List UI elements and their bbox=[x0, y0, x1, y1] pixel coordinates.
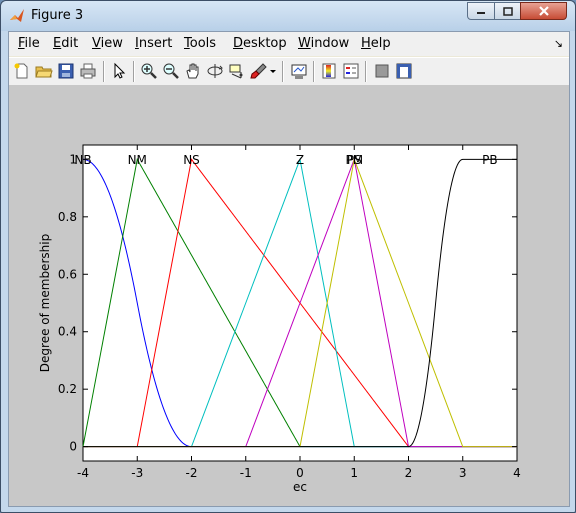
y-tick-label: 0.6 bbox=[58, 267, 77, 281]
minimize-button[interactable] bbox=[467, 2, 495, 20]
menu-tools[interactable]: Tools bbox=[184, 36, 216, 51]
dropdown-arrow-icon[interactable] bbox=[268, 62, 278, 80]
legend-icon[interactable] bbox=[342, 62, 360, 80]
save-icon[interactable] bbox=[57, 62, 75, 80]
menu-window-mnemonic: W bbox=[298, 36, 311, 51]
y-axis-label: Degree of membership bbox=[38, 234, 52, 372]
window-title: Figure 3 bbox=[31, 8, 84, 23]
new-figure-icon[interactable] bbox=[13, 62, 31, 80]
membership-chart[interactable]: 00.20.40.60.81 -4 -3 -2 -1 0 1 2 3 4 NB NM NS Z PSPM… bbox=[9, 85, 569, 506]
toolbar-separator bbox=[282, 61, 284, 82]
x-tick-label: 3 bbox=[459, 466, 467, 480]
figure-canvas: 0 0.2 0.4 0.6 0.8 1 -4 -3 -2 -1 0 1 2 3 4 NB NM NS Z PS PM… bbox=[9, 85, 569, 506]
menu-edit[interactable]: Edit bbox=[53, 36, 78, 51]
zoom-in-icon[interactable] bbox=[140, 62, 158, 80]
x-tick-label: 0 bbox=[296, 466, 304, 480]
mf-label-pb: PB bbox=[482, 153, 497, 167]
dock-arrow-icon[interactable]: ↘ bbox=[554, 37, 563, 50]
figure-client: File Edit View Insert Tools Desktop Wind… bbox=[8, 31, 570, 507]
maximize-button[interactable] bbox=[494, 2, 521, 20]
menu-view-rest: iew bbox=[100, 36, 123, 51]
menu-bar: File Edit View Insert Tools Desktop Wind… bbox=[9, 32, 569, 56]
mf-label-nm: NM bbox=[128, 153, 147, 167]
menu-help[interactable]: Help bbox=[361, 36, 391, 51]
x-tick-label: 4 bbox=[513, 466, 521, 480]
x-tick-label: 2 bbox=[405, 466, 413, 480]
mf-label-nb: NB bbox=[74, 153, 91, 167]
link-plot-icon[interactable] bbox=[290, 62, 308, 80]
menu-desktop-rest: esktop bbox=[243, 36, 287, 51]
zoom-out-icon[interactable] bbox=[162, 62, 180, 80]
y-tick-label: 0.4 bbox=[58, 325, 77, 339]
menu-edit-rest: dit bbox=[61, 36, 79, 51]
toolbar-separator bbox=[133, 61, 135, 82]
figure-toolbar bbox=[9, 57, 569, 86]
menu-desktop-mnemonic: D bbox=[233, 36, 244, 51]
colorbar-icon[interactable] bbox=[320, 62, 338, 80]
toolbar-separator bbox=[313, 61, 315, 82]
close-button[interactable] bbox=[520, 2, 567, 20]
menu-insert[interactable]: Insert bbox=[135, 36, 172, 51]
y-tick-label: 0 bbox=[69, 440, 77, 454]
menu-desktop[interactable]: Desktop bbox=[233, 36, 287, 51]
open-file-icon[interactable] bbox=[35, 62, 53, 80]
menu-view[interactable]: View bbox=[92, 36, 123, 51]
brush-icon[interactable] bbox=[250, 62, 268, 80]
menu-edit-mnemonic: E bbox=[53, 36, 62, 51]
print-icon[interactable] bbox=[79, 62, 97, 80]
menu-file-rest: ile bbox=[24, 36, 40, 51]
menu-help-rest: elp bbox=[370, 36, 391, 51]
y-tick-label: 0.2 bbox=[58, 382, 77, 396]
rotate-3d-icon[interactable] bbox=[206, 62, 224, 80]
x-tick-label: 1 bbox=[350, 466, 358, 480]
x-tick-label: -3 bbox=[131, 466, 143, 480]
minimize-icon bbox=[477, 12, 485, 14]
pan-hand-icon[interactable] bbox=[184, 62, 202, 80]
menu-insert-rest: nsert bbox=[138, 36, 173, 51]
menu-view-mnemonic: V bbox=[92, 36, 101, 51]
toolbar-separator bbox=[365, 61, 367, 82]
x-tick-label: -1 bbox=[240, 466, 252, 480]
menu-window[interactable]: Window bbox=[298, 36, 349, 51]
hide-plot-tools-icon[interactable] bbox=[373, 62, 391, 80]
matlab-logo-icon bbox=[10, 9, 24, 22]
y-tick-label: 0.8 bbox=[58, 210, 77, 224]
mf-label-ns: NS bbox=[183, 153, 200, 167]
arrow-pointer-icon[interactable] bbox=[110, 62, 128, 80]
menu-window-rest: indow bbox=[310, 36, 350, 51]
menu-help-mnemonic: H bbox=[361, 36, 371, 51]
title-bar[interactable]: Figure 3 bbox=[1, 1, 575, 31]
data-cursor-icon[interactable] bbox=[228, 62, 246, 80]
menu-file[interactable]: File bbox=[18, 36, 40, 51]
menu-tools-rest: ools bbox=[189, 36, 217, 51]
x-tick-label: -2 bbox=[186, 466, 198, 480]
figure-window: Figure 3 File Edit View Insert Tools Des… bbox=[0, 0, 576, 513]
maximize-icon bbox=[502, 6, 513, 16]
mf-label-pm: PM bbox=[345, 153, 363, 167]
toolbar-separator bbox=[103, 61, 105, 82]
mf-label-z: Z bbox=[296, 153, 304, 167]
show-plot-tools-icon[interactable] bbox=[395, 62, 413, 80]
close-icon bbox=[538, 6, 549, 16]
x-axis-label: ec bbox=[293, 480, 307, 494]
x-tick-label: -4 bbox=[77, 466, 89, 480]
